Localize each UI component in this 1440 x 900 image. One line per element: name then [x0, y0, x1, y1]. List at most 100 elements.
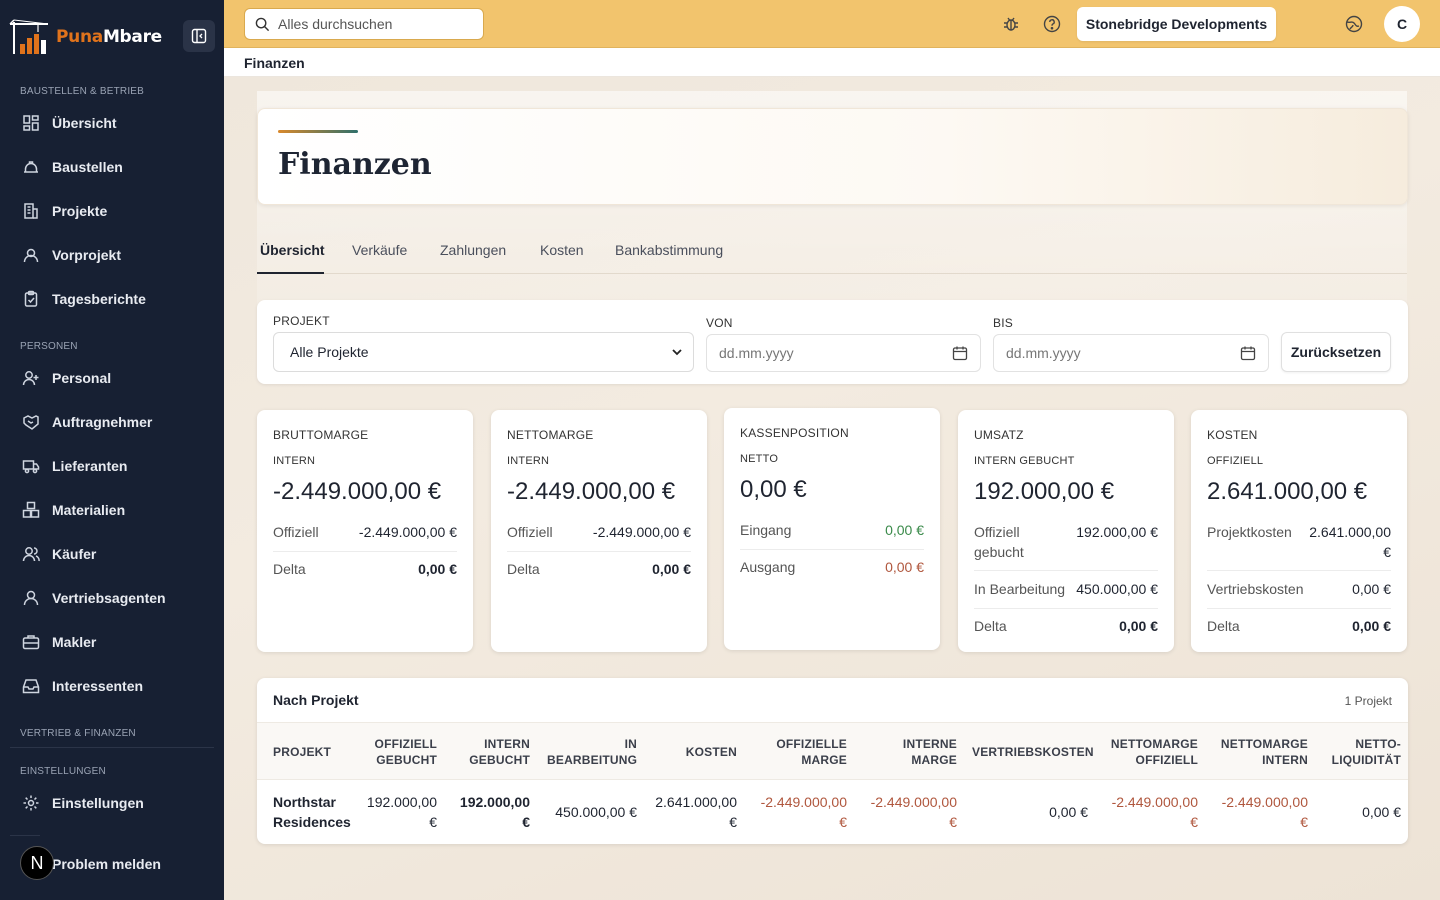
kpi-row: Delta 0,00 €	[974, 618, 1158, 634]
project-select[interactable]: Alle Projekte	[273, 332, 694, 372]
kpi-row: Offiziell -2.449.000,00 €	[507, 524, 691, 540]
kpi-subtitle: OFFIZIELL	[1207, 455, 1264, 467]
app-logo[interactable]: PunaMbare	[8, 18, 162, 56]
column-header[interactable]: OFFIZIELL GEBUCHT	[367, 736, 437, 768]
kpi-row: Projektkosten 2.641.000,00 €	[1207, 522, 1391, 562]
kpi-row: In Bearbeitung 450.000,00 €	[974, 581, 1158, 597]
cell-in-bearbeitung: 450.000,00 €	[555, 804, 637, 820]
sidebar-item-uebersicht[interactable]: Übersicht	[10, 105, 214, 141]
kpi-row-label: Delta	[273, 561, 306, 577]
kpi-card-umsatz: UMSATZ INTERN GEBUCHT 192.000,00 € Offiz…	[958, 410, 1174, 652]
to-date-field[interactable]	[993, 334, 1269, 372]
column-header[interactable]: NETTOMARGE INTERN	[1217, 736, 1308, 768]
tab-uebersicht[interactable]: Übersicht	[260, 242, 325, 258]
project-filter-label: PROJEKT	[273, 314, 330, 328]
dev-tools-avatar[interactable]: N	[20, 846, 54, 880]
project-name-cell[interactable]: Northstar Residences	[273, 792, 353, 832]
section-baustellen-betrieb: BAUSTELLEN & BETRIEB	[20, 86, 145, 97]
to-date-label: BIS	[993, 316, 1013, 330]
help-icon[interactable]	[1040, 12, 1064, 36]
sidebar-item-lieferanten[interactable]: Lieferanten	[10, 448, 214, 484]
kpi-row: Ausgang 0,00 €	[740, 559, 924, 575]
search-box[interactable]	[244, 8, 484, 40]
kpi-title: BRUTTOMARGE	[273, 428, 369, 442]
column-header[interactable]: IN BEARBEITUNG	[547, 736, 637, 768]
kpi-row: Vertriebskosten 0,00 €	[1207, 581, 1391, 597]
kpi-row-label: Eingang	[740, 522, 792, 538]
sidebar-item-label: Baustellen	[52, 159, 123, 175]
column-header[interactable]: OFFIZIELLE MARGE	[762, 736, 847, 768]
from-date-input[interactable]	[719, 345, 899, 361]
section-personen: PERSONEN	[20, 341, 78, 352]
kpi-divider	[273, 551, 457, 552]
kpi-row-value: 2.641.000,00 €	[1309, 524, 1391, 560]
kpi-row-label: Delta	[974, 618, 1007, 634]
gear-icon	[22, 794, 40, 812]
sidebar-item-interessenten[interactable]: Interessenten	[10, 668, 214, 704]
column-header[interactable]: PROJEKT	[273, 744, 331, 760]
column-header[interactable]: INTERNE MARGE	[872, 736, 957, 768]
sidebar-item-tagesberichte[interactable]: Tagesberichte	[10, 281, 214, 317]
column-header[interactable]: NETTO-LIQUIDITÄT	[1327, 736, 1401, 768]
column-header[interactable]: KOSTEN	[657, 744, 737, 760]
tab-verkaeufe[interactable]: Verkäufe	[352, 242, 407, 258]
sidebar: PunaMbare BAUSTELLEN & BETRIEB Übersicht…	[0, 0, 224, 900]
sidebar-item-vertriebsagenten[interactable]: Vertriebsagenten	[10, 580, 214, 616]
column-header[interactable]: INTERN GEBUCHT	[460, 736, 530, 768]
search-input[interactable]	[278, 16, 468, 32]
globe-icon[interactable]	[1342, 12, 1366, 36]
truck-icon	[22, 457, 40, 475]
column-header[interactable]: VERTRIEBSKOSTEN	[972, 744, 1093, 760]
kpi-divider	[507, 551, 691, 552]
sidebar-divider	[10, 747, 214, 748]
page-header: Finanzen	[257, 108, 1408, 205]
sidebar-item-projekte[interactable]: Projekte	[10, 193, 214, 229]
reset-button[interactable]: Zurücksetzen	[1281, 332, 1391, 372]
kpi-subtitle: INTERN	[507, 455, 550, 467]
calendar-icon[interactable]	[952, 345, 968, 361]
by-project-card: Nach Projekt 1 Projekt PROJEKT OFFIZIELL…	[257, 678, 1408, 844]
sidebar-item-materialien[interactable]: Materialien	[10, 492, 214, 528]
column-header[interactable]: NETTOMARGE OFFIZIELL	[1107, 736, 1198, 768]
active-tab-indicator	[257, 272, 324, 274]
sidebar-item-vorprojekt[interactable]: Vorprojekt	[10, 237, 214, 273]
sidebar-item-label: Übersicht	[52, 115, 117, 131]
tab-kosten[interactable]: Kosten	[540, 242, 584, 258]
sidebar-item-baustellen[interactable]: Baustellen	[10, 149, 214, 185]
project-select-value: Alle Projekte	[290, 344, 369, 360]
bug-icon[interactable]	[999, 12, 1023, 36]
kpi-row-label: Delta	[1207, 618, 1240, 634]
tab-zahlungen[interactable]: Zahlungen	[440, 242, 506, 258]
kpi-value: -2.449.000,00 €	[507, 478, 676, 505]
sidebar-item-label: Vorprojekt	[52, 247, 121, 263]
sidebar-item-personal[interactable]: Personal	[10, 360, 214, 396]
user-avatar[interactable]: C	[1384, 6, 1420, 42]
sidebar-item-label: Tagesberichte	[52, 291, 146, 307]
sidebar-item-auftragnehmer[interactable]: Auftragnehmer	[10, 404, 214, 440]
sidebar-item-kaeufer[interactable]: Käufer	[10, 536, 214, 572]
user-icon	[22, 589, 40, 607]
kpi-card-kassenposition: KASSENPOSITION NETTO 0,00 € Eingang 0,00 …	[724, 408, 940, 650]
kpi-title: UMSATZ	[974, 428, 1024, 442]
sidebar-item-makler[interactable]: Makler	[10, 624, 214, 660]
sidebar-item-einstellungen[interactable]: Einstellungen	[10, 785, 214, 821]
cell-kosten: 2.641.000,00 €	[655, 794, 737, 830]
calendar-icon[interactable]	[1240, 345, 1256, 361]
kpi-row-value: 0,00 €	[885, 522, 924, 538]
to-date-input[interactable]	[1006, 345, 1186, 361]
table-header: PROJEKT OFFIZIELL GEBUCHT INTERN GEBUCHT…	[257, 722, 1408, 780]
kpi-row-label: Offiziell gebucht	[974, 524, 1024, 560]
tab-bankabstimmung[interactable]: Bankabstimmung	[615, 242, 723, 258]
kpi-divider	[1207, 608, 1391, 609]
user-search-icon	[22, 246, 40, 264]
company-switcher-button[interactable]: Stonebridge Developments	[1077, 7, 1276, 41]
breadcrumb: Finanzen	[244, 55, 305, 71]
sidebar-collapse-button[interactable]	[183, 20, 215, 52]
kpi-card-nettomarge: NETTOMARGE INTERN -2.449.000,00 € Offizi…	[491, 410, 707, 652]
page-title: Finanzen	[278, 147, 432, 182]
kpi-row-label: In Bearbeitung	[974, 581, 1066, 597]
kpi-row-label: Projektkosten	[1207, 524, 1292, 540]
boxes-icon	[22, 501, 40, 519]
from-date-field[interactable]	[706, 334, 981, 372]
kpi-row-value: -2.449.000,00 €	[592, 524, 691, 540]
